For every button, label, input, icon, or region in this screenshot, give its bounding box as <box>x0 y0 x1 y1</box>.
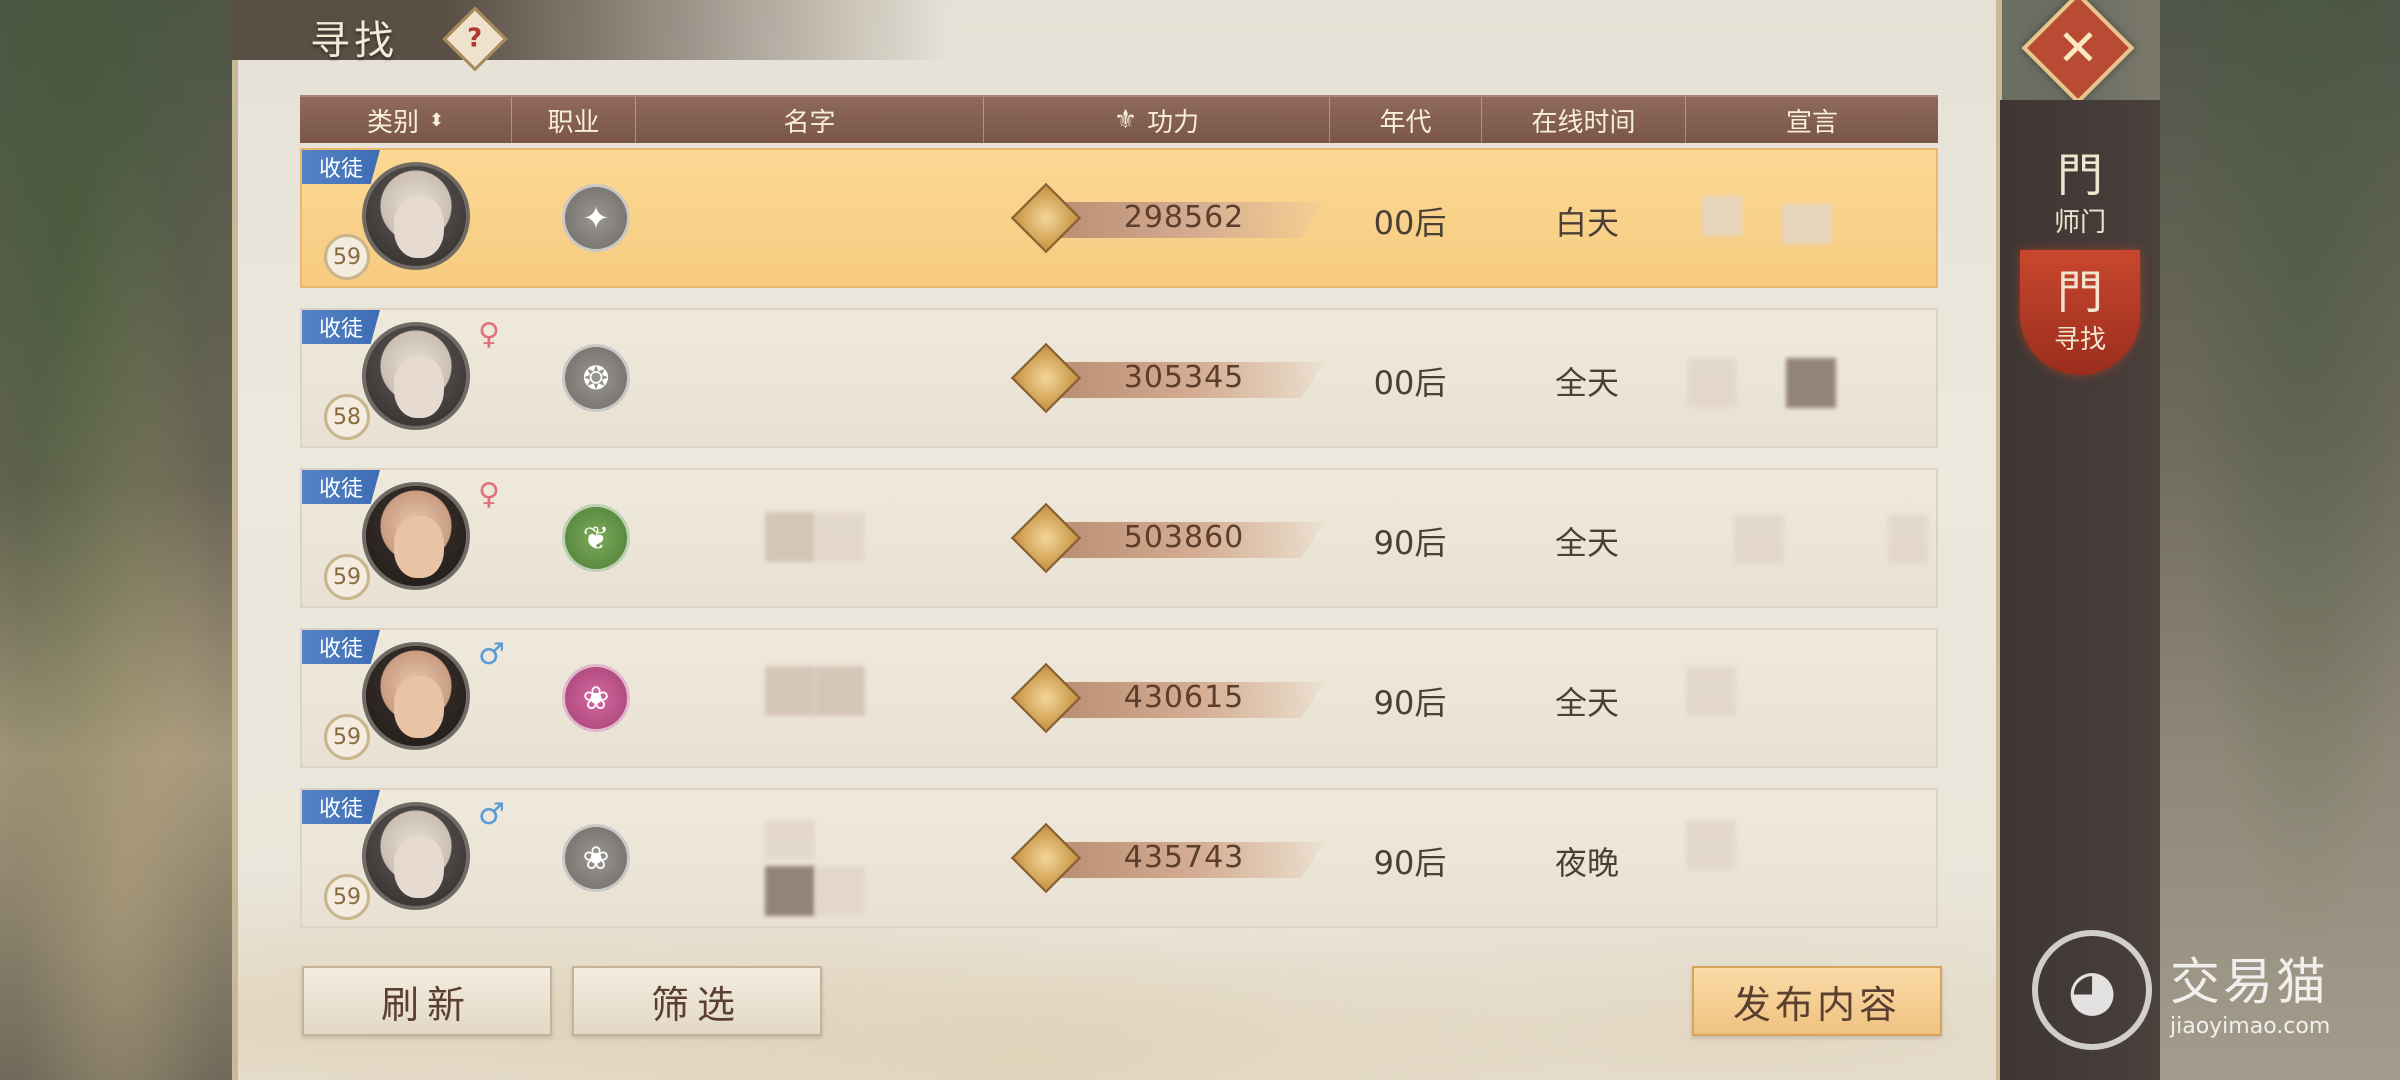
power-bar: 305345 <box>1010 342 1324 414</box>
table-row[interactable]: 收徒 59 ♂ ❀ 430615 90后 全天 <box>300 628 1938 768</box>
close-icon: ✕ <box>2057 19 2099 77</box>
close-button[interactable]: ✕ <box>2021 0 2135 105</box>
era-value: 00后 <box>1373 204 1447 242</box>
job-icon: ❀ <box>562 664 630 732</box>
name-blur <box>815 512 865 562</box>
power-gem-icon <box>1010 662 1082 734</box>
cat-logo-icon: ◕ <box>2032 930 2152 1050</box>
header-declaration: 宣言 <box>1785 107 1838 138</box>
title-bar <box>232 0 2032 60</box>
background-left <box>0 0 240 1080</box>
declaration-blur <box>1686 666 1736 716</box>
level-badge: 58 <box>324 394 370 440</box>
header-online: 在线时间 <box>1482 97 1686 143</box>
table-header: 类别 ⬍ 职业 名字 ⚜ 功力 年代 在线时间 宣言 <box>300 95 1938 143</box>
gate-icon: 門 <box>2057 265 2103 319</box>
table-row[interactable]: 收徒 59 ♀ ❦ 503860 90后 全天 <box>300 468 1938 608</box>
table-row[interactable]: 收徒 59 ♂ ❀ 435743 90后 夜晚 <box>300 788 1938 928</box>
power-bar: 430615 <box>1010 662 1324 734</box>
power-bar: 435743 <box>1010 822 1324 894</box>
filter-button[interactable]: 筛选 <box>572 966 822 1036</box>
watermark-name: 交易猫 <box>2170 952 2329 1011</box>
power-gem-icon <box>1010 822 1082 894</box>
era-value: 90后 <box>1373 844 1447 882</box>
name-blur <box>765 866 815 916</box>
level-badge: 59 <box>324 714 370 760</box>
avatar[interactable] <box>362 162 470 270</box>
tab-label: 师门 <box>2053 207 2106 238</box>
power-gem-icon <box>1010 342 1082 414</box>
recruit-tag: 收徒 <box>302 150 380 184</box>
name-blur <box>815 866 865 916</box>
power-icon: ⚜ <box>1113 105 1138 135</box>
watermark-url: jiaoyimao.com <box>2170 1013 2331 1039</box>
tab-shimen[interactable]: 門 师门 <box>2020 140 2140 250</box>
era-value: 90后 <box>1373 524 1447 562</box>
table-row[interactable]: 收徒 59 ✦ 298562 00后 白天 <box>300 148 1938 288</box>
recruit-tag: 收徒 <box>302 470 380 504</box>
header-job: 职业 <box>512 97 636 143</box>
header-era: 年代 <box>1330 97 1482 143</box>
avatar[interactable] <box>362 322 470 430</box>
online-value: 全天 <box>1554 684 1619 722</box>
gender-male-icon: ♂ <box>478 637 505 672</box>
recruit-tag: 收徒 <box>302 630 380 664</box>
power-value: 435743 <box>1123 840 1245 875</box>
online-value: 全天 <box>1554 364 1619 402</box>
gate-icon: 門 <box>2057 147 2103 202</box>
avatar[interactable] <box>362 802 470 910</box>
tab-label: 寻找 <box>2053 325 2106 355</box>
publish-button[interactable]: 发布内容 <box>1692 966 1942 1036</box>
gender-female-icon: ♀ <box>478 477 500 512</box>
window-title: 寻找 <box>310 18 398 64</box>
level-badge: 59 <box>324 234 370 280</box>
name-blur <box>815 666 865 716</box>
job-icon: ❀ <box>562 824 630 892</box>
declaration-blur <box>1687 358 1737 408</box>
tab-xunzhao[interactable]: 門 寻找 <box>2020 250 2140 375</box>
table-row[interactable]: 收徒 58 ♀ ❂ 305345 00后 全天 <box>300 308 1938 448</box>
declaration-blur <box>1782 204 1832 244</box>
online-value: 白天 <box>1554 204 1619 242</box>
power-bar: 298562 <box>1010 182 1324 254</box>
declaration-blur <box>1702 196 1742 236</box>
sort-icon: ⬍ <box>428 109 445 131</box>
header-name: 名字 <box>636 97 984 143</box>
online-value: 夜晚 <box>1554 844 1619 882</box>
avatar[interactable] <box>362 482 470 590</box>
job-icon: ❂ <box>562 344 630 412</box>
online-value: 全天 <box>1554 524 1619 562</box>
job-icon: ✦ <box>562 184 630 252</box>
power-value: 305345 <box>1123 360 1245 395</box>
avatar[interactable] <box>362 642 470 750</box>
header-power: ⚜ 功力 <box>984 97 1330 143</box>
power-value: 430615 <box>1123 680 1245 715</box>
refresh-button[interactable]: 刷新 <box>302 966 552 1036</box>
recruit-tag: 收徒 <box>302 790 380 824</box>
level-badge: 59 <box>324 874 370 920</box>
era-value: 00后 <box>1373 364 1447 402</box>
power-value: 298562 <box>1123 200 1245 235</box>
declaration-blur <box>1888 514 1928 564</box>
watermark: ◕ 交易猫 jiaoyimao.com <box>2032 930 2330 1050</box>
declaration-blur <box>1786 358 1836 408</box>
power-gem-icon <box>1010 182 1082 254</box>
era-value: 90后 <box>1373 684 1447 722</box>
recruit-tag: 收徒 <box>302 310 380 344</box>
background-right <box>2160 0 2400 1080</box>
gender-male-icon: ♂ <box>478 797 505 832</box>
name-blur <box>765 666 815 716</box>
power-bar: 503860 <box>1010 502 1324 574</box>
question-icon: ? <box>467 24 483 54</box>
power-value: 503860 <box>1123 520 1245 555</box>
declaration-blur <box>1686 820 1736 870</box>
name-blur <box>765 512 815 562</box>
gender-female-icon: ♀ <box>478 317 500 352</box>
declaration-blur <box>1734 514 1784 564</box>
power-gem-icon <box>1010 502 1082 574</box>
job-icon: ❦ <box>562 504 630 572</box>
header-category[interactable]: 类别 ⬍ <box>300 97 512 143</box>
name-blur <box>765 820 815 860</box>
level-badge: 59 <box>324 554 370 600</box>
